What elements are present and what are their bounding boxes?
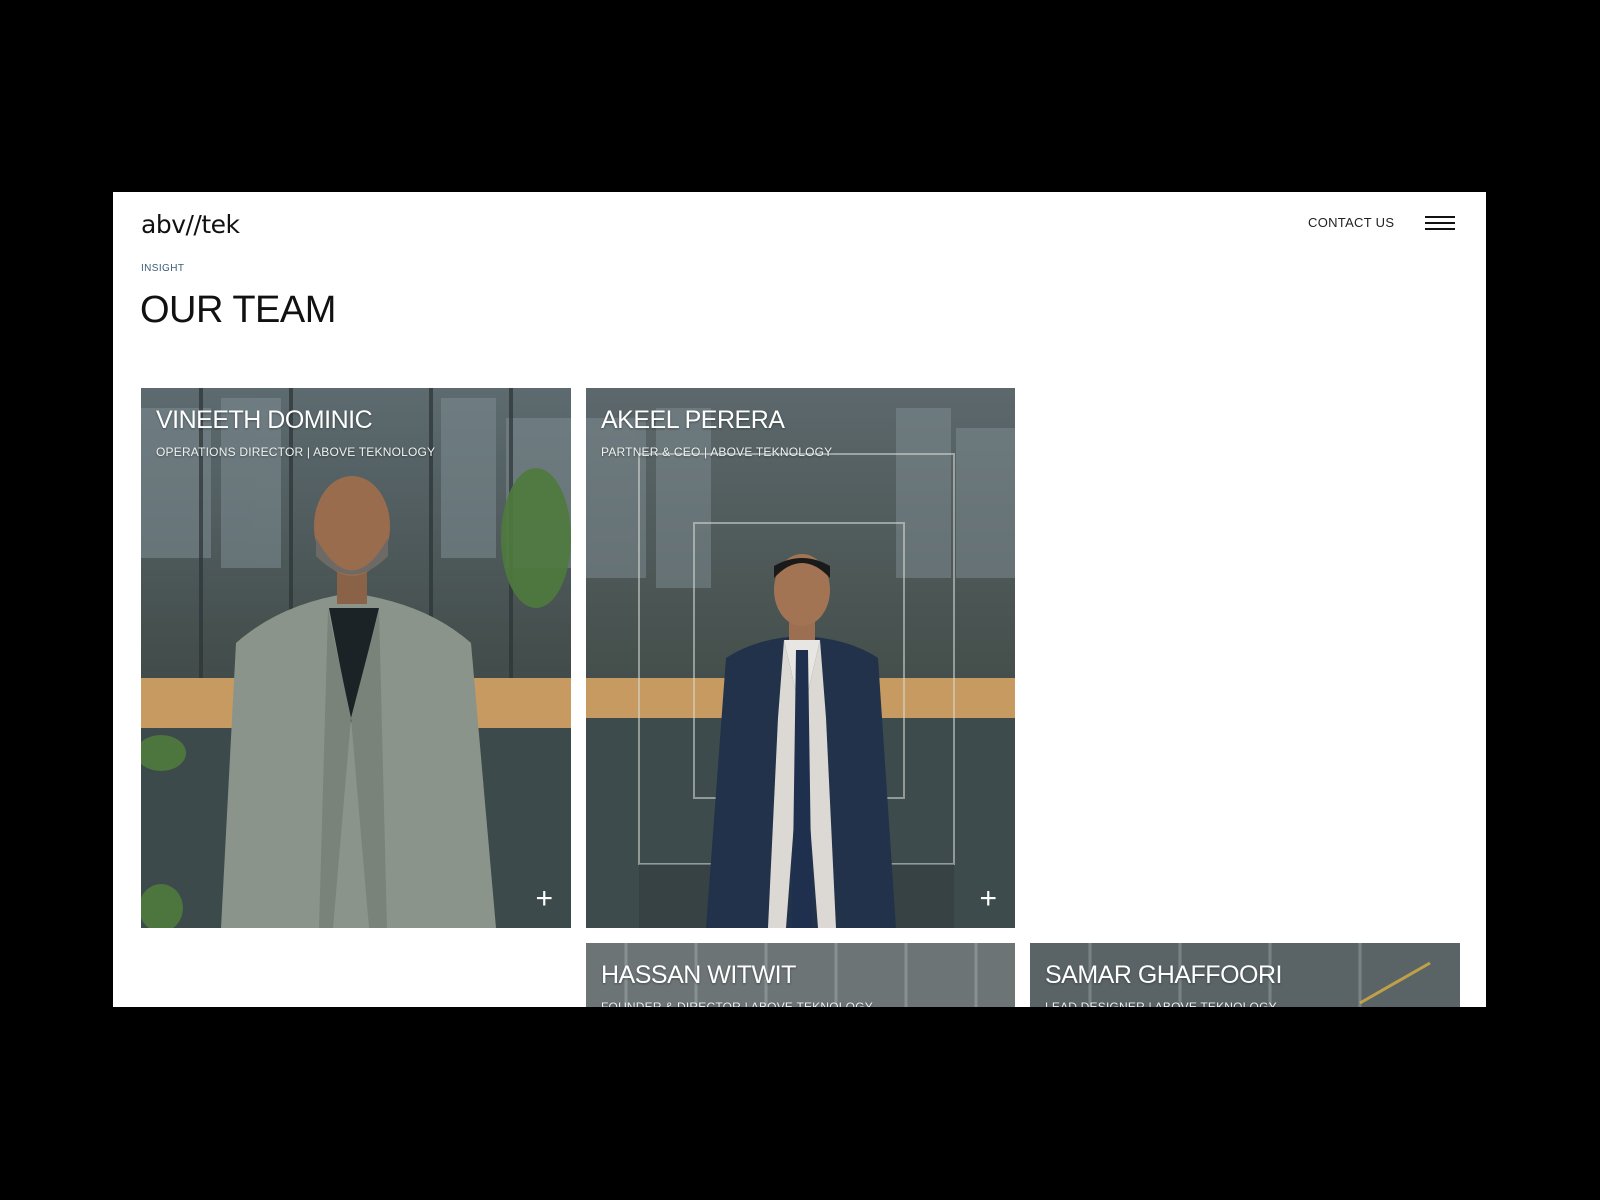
browser-viewport: abv//tek CONTACT US INSIGHT OUR TEAM VIN… (113, 192, 1486, 1007)
member-name: HASSAN WITWIT (601, 961, 796, 989)
expand-plus-icon[interactable]: + (979, 884, 997, 914)
member-role: OPERATIONS DIRECTOR | ABOVE TEKNOLOGY (156, 445, 436, 459)
site-logo[interactable]: abv//tek (141, 210, 240, 239)
member-role: FOUNDER & DIRECTOR | ABOVE TEKNOLOGY (601, 1000, 873, 1007)
expand-plus-icon[interactable]: + (535, 884, 553, 914)
hamburger-menu-icon[interactable] (1425, 216, 1455, 232)
contact-us-link[interactable]: CONTACT US (1308, 215, 1394, 230)
team-member-photo (586, 388, 1015, 928)
team-card-vineeth-dominic[interactable]: VINEETH DOMINIC OPERATIONS DIRECTOR | AB… (141, 388, 571, 928)
page-title: OUR TEAM (140, 289, 336, 331)
team-card-hassan-witwit[interactable]: HASSAN WITWIT FOUNDER & DIRECTOR | ABOVE… (586, 943, 1015, 1007)
team-card-akeel-perera[interactable]: AKEEL PERERA PARTNER & CEO | ABOVE TEKNO… (586, 388, 1015, 928)
member-name: AKEEL PERERA (601, 406, 785, 434)
member-role: PARTNER & CEO | ABOVE TEKNOLOGY (601, 445, 833, 459)
member-role: LEAD DESIGNER | ABOVE TEKNOLOGY (1045, 1000, 1277, 1007)
team-card-samar-ghaffoori[interactable]: SAMAR GHAFFOORI LEAD DESIGNER | ABOVE TE… (1030, 943, 1460, 1007)
member-name: SAMAR GHAFFOORI (1045, 961, 1282, 989)
section-eyebrow: INSIGHT (141, 263, 185, 274)
team-member-photo (141, 388, 571, 928)
member-name: VINEETH DOMINIC (156, 406, 373, 434)
